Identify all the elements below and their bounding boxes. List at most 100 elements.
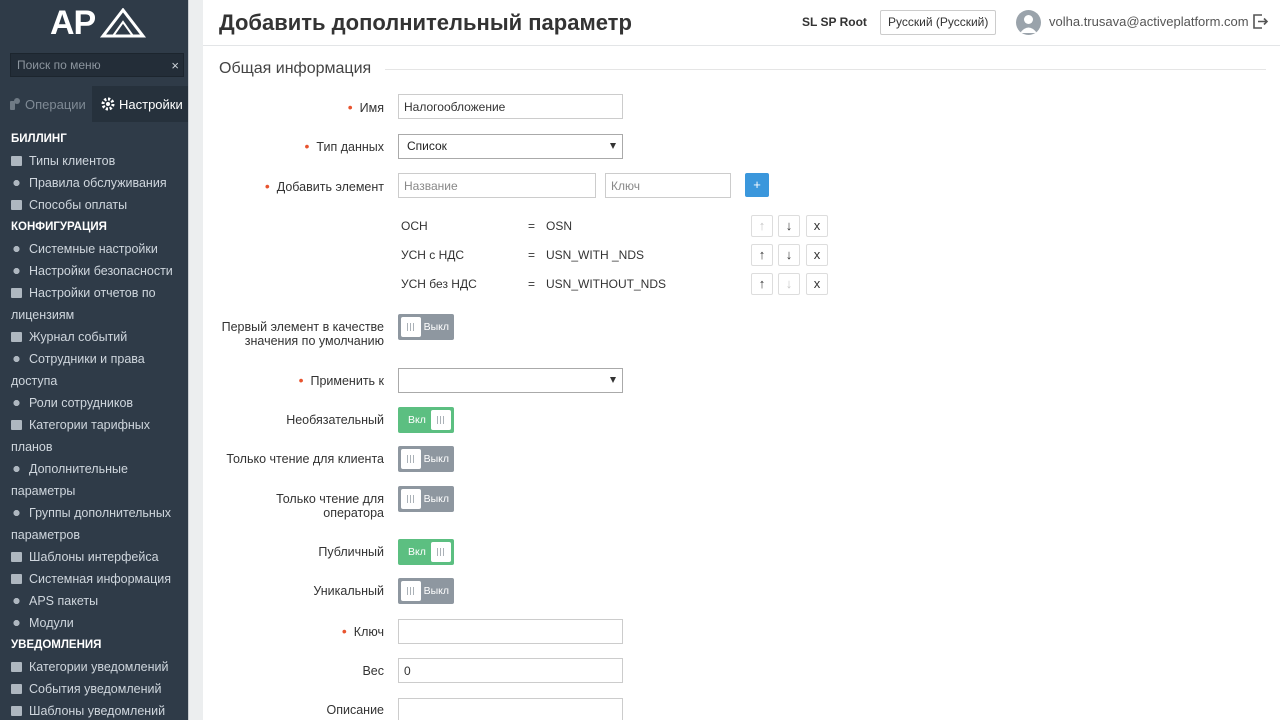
data-type-select[interactable]: Список [398,134,623,159]
optional-toggle[interactable]: Вкл [398,407,454,433]
name-label: • Имя [347,99,384,115]
name-input[interactable] [398,94,623,119]
logo[interactable]: AP [0,0,188,46]
sidebar-item-label: Шаблоны уведомлений [29,704,166,718]
settings-nav: БИЛЛИНГ Типы клиентов Правила обслуживания… [0,128,188,720]
sidebar-item-label: Роли сотрудников [29,396,134,410]
sidebar-item[interactable]: Роли сотрудников [0,392,188,414]
required-marker: • [298,372,304,388]
optional-label: Необязательный [286,413,384,427]
avatar[interactable] [1016,10,1041,35]
sidebar-item[interactable]: Шаблоны интерфейса [0,546,188,568]
sidebar-item[interactable]: Категории тарифных планов [0,414,188,458]
apply-to-select[interactable] [398,368,623,393]
element-name-input[interactable] [398,173,596,198]
account-name[interactable]: SL SP Root [802,15,867,29]
sidebar-item[interactable]: Сотрудники и права доступа [0,348,188,392]
key-input[interactable] [398,619,623,644]
sidebar-item[interactable]: Группы дополнительных параметров [0,502,188,546]
list-icon [11,156,22,166]
sidebar-item-label: Журнал событий [29,330,128,344]
move-up-button[interactable]: ↑ [751,244,773,266]
sidebar-item[interactable]: Дополнительные параметры [0,458,188,502]
description-input[interactable] [398,698,623,720]
add-element-label: • Добавить элемент [264,178,384,194]
org-icon [11,354,22,364]
move-down-button[interactable]: ↓ [778,273,800,295]
weight-input[interactable] [398,658,623,683]
sidebar-item[interactable]: Правила обслуживания [0,172,188,194]
sidebar-item-label: Системные настройки [29,242,158,256]
template-icon [11,552,22,562]
sidebar-item-label: Категории уведомлений [29,660,169,674]
sidebar-item-label: Типы клиентов [29,154,116,168]
sidebar-scrollbar[interactable] [188,0,203,720]
sidebar-item[interactable]: Типы клиентов [0,150,188,172]
readonly-client-toggle[interactable]: Выкл [398,446,454,472]
user-icon [1020,15,1037,33]
section-divider [385,69,1266,70]
sidebar-item[interactable]: События уведомлений [0,678,188,700]
sidebar-item-label: События уведомлений [29,682,162,696]
sidebar: AP × Операции Настройки БИЛЛИНГ Типы клие… [0,0,188,720]
nav-section-header[interactable]: УВЕДОМЛЕНИЯ [0,634,188,656]
apply-to-label: • Применить к [298,372,384,388]
first-default-toggle[interactable]: Выкл [398,314,454,340]
cubes-icon [11,596,22,606]
tab-settings[interactable]: Настройки [92,86,188,122]
toggle-knob [401,317,421,337]
required-marker: • [304,138,310,154]
sidebar-item[interactable]: Настройки отчетов по лицензиям [0,282,188,326]
readonly-operator-toggle[interactable]: Выкл [398,486,454,512]
move-up-button[interactable]: ↑ [751,273,773,295]
sidebar-item[interactable]: Системная информация [0,568,188,590]
add-element-button[interactable]: + [745,173,769,197]
tab-operations-label: Операции [25,96,86,112]
sidebar-item[interactable]: Способы оплаты [0,194,188,216]
sidebar-item-label: APS пакеты [29,594,99,608]
move-up-button[interactable]: ↑ [751,215,773,237]
element-key-input[interactable] [605,173,731,198]
logo-text: AP [50,4,96,42]
header: Добавить дополнительный параметр SL SP R… [203,0,1280,46]
gear-icon [11,244,22,254]
element-name: ОСН [401,219,428,233]
logout-icon[interactable] [1252,13,1269,30]
nav-section-header[interactable]: КОНФИГУРАЦИЯ [0,216,188,238]
unique-toggle[interactable]: Выкл [398,578,454,604]
sidebar-item-label: Правила обслуживания [29,176,167,190]
required-marker: • [347,99,353,115]
tab-settings-label: Настройки [119,96,183,112]
move-down-button[interactable]: ↓ [778,215,800,237]
element-equals: = [528,219,536,233]
user-icon [11,178,22,188]
public-toggle[interactable]: Вкл [398,539,454,565]
sidebar-item[interactable]: Настройки безопасности [0,260,188,282]
sidebar-item-label: Способы оплаты [29,198,128,212]
remove-element-button[interactable]: x [806,215,828,237]
sidebar-item[interactable]: Системные настройки [0,238,188,260]
gear-icon [101,97,115,111]
clear-search-icon[interactable]: × [171,58,179,73]
users-icon [11,398,22,408]
books-icon [11,332,22,342]
menu-search-input[interactable] [11,58,161,72]
element-equals: = [528,248,536,262]
move-down-button[interactable]: ↓ [778,244,800,266]
sidebar-item[interactable]: Журнал событий [0,326,188,348]
remove-element-button[interactable]: x [806,244,828,266]
tab-operations[interactable]: Операции [0,86,92,122]
nav-section-header[interactable]: БИЛЛИНГ [0,128,188,150]
toggle-knob [431,542,451,562]
sidebar-item[interactable]: APS пакеты [0,590,188,612]
remove-element-button[interactable]: x [806,273,828,295]
sidebar-item[interactable]: Категории уведомлений [0,656,188,678]
envelope-icon [11,706,22,716]
target-icon [11,508,22,518]
sidebar-item[interactable]: Шаблоны уведомлений [0,700,188,720]
unique-label: Уникальный [313,584,384,598]
user-email[interactable]: volha.trusava@activeplatform.com [1049,14,1249,29]
element-key: USN_WITHOUT_NDS [546,277,667,291]
sidebar-item[interactable]: Модули [0,612,188,634]
language-select[interactable]: Русский (Русский) [880,10,997,35]
